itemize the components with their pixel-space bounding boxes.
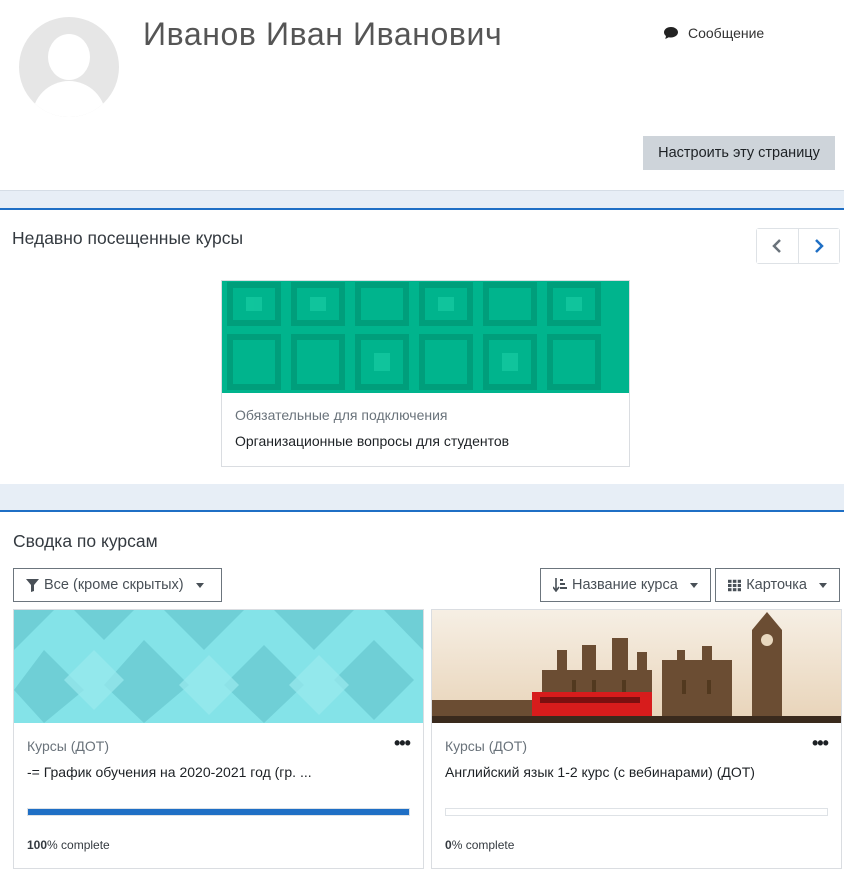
prev-button[interactable] xyxy=(757,229,799,263)
view-label: Карточка xyxy=(746,577,807,593)
course-name[interactable]: Английский язык 1-2 курс (с вебинарами) … xyxy=(445,764,755,780)
chevron-left-icon xyxy=(772,239,782,253)
course-category: Обязательные для подключения xyxy=(235,407,448,423)
course-category: Курсы (ДОТ) xyxy=(445,738,527,754)
course-card[interactable]: Курсы (ДОТ) ••• -= График обучения на 20… xyxy=(13,609,424,869)
course-overview-block: Сводка по курсам Все (кроме скрытых) Наз… xyxy=(0,510,844,870)
chevron-right-icon xyxy=(814,239,824,253)
course-image xyxy=(14,610,423,723)
sort-dropdown[interactable]: Название курса xyxy=(540,568,711,602)
sort-icon xyxy=(553,578,567,592)
comment-icon xyxy=(664,27,678,39)
course-image xyxy=(222,281,629,393)
grouping-dropdown[interactable]: Все (кроме скрытых) xyxy=(13,568,222,602)
message-link[interactable]: Сообщение xyxy=(663,25,764,41)
progress-bar xyxy=(27,808,410,816)
grouping-label: Все (кроме скрытых) xyxy=(44,577,184,593)
profile-header: Иванов Иван Иванович Сообщение Настроить… xyxy=(0,0,844,191)
recent-courses-block: Недавно посещенные курсы Обязательные дл… xyxy=(0,208,844,484)
progress-bar xyxy=(445,808,828,816)
caret-down-icon xyxy=(689,582,698,588)
grid-icon xyxy=(728,579,742,591)
course-category: Курсы (ДОТ) xyxy=(27,738,109,754)
more-actions-icon[interactable]: ••• xyxy=(394,734,411,752)
caret-down-icon xyxy=(195,582,204,588)
course-overview-title: Сводка по курсам xyxy=(13,531,158,551)
customize-page-button[interactable]: Настроить эту страницу xyxy=(643,136,835,170)
caret-down-icon xyxy=(819,582,827,588)
recent-courses-title: Недавно посещенные курсы xyxy=(12,228,244,248)
course-image xyxy=(432,610,841,723)
avatar xyxy=(19,17,119,117)
course-name[interactable]: Организационные вопросы для студентов xyxy=(235,433,509,449)
profile-name: Иванов Иван Иванович xyxy=(143,16,503,52)
sort-label: Название курса xyxy=(572,577,678,593)
filter-icon xyxy=(26,578,39,592)
recent-nav xyxy=(756,228,840,264)
progress-text: 0% complete xyxy=(445,838,515,852)
course-card[interactable]: Курсы (ДОТ) ••• Английский язык 1-2 курс… xyxy=(431,609,842,869)
more-actions-icon[interactable]: ••• xyxy=(812,734,829,752)
next-button[interactable] xyxy=(798,229,839,263)
view-dropdown[interactable]: Карточка xyxy=(715,568,840,602)
recent-course-card[interactable]: Обязательные для подключения Организацио… xyxy=(221,280,630,467)
progress-text: 100% complete xyxy=(27,838,110,852)
message-label: Сообщение xyxy=(688,25,765,41)
course-name[interactable]: -= График обучения на 2020-2021 год (гр.… xyxy=(27,764,312,780)
